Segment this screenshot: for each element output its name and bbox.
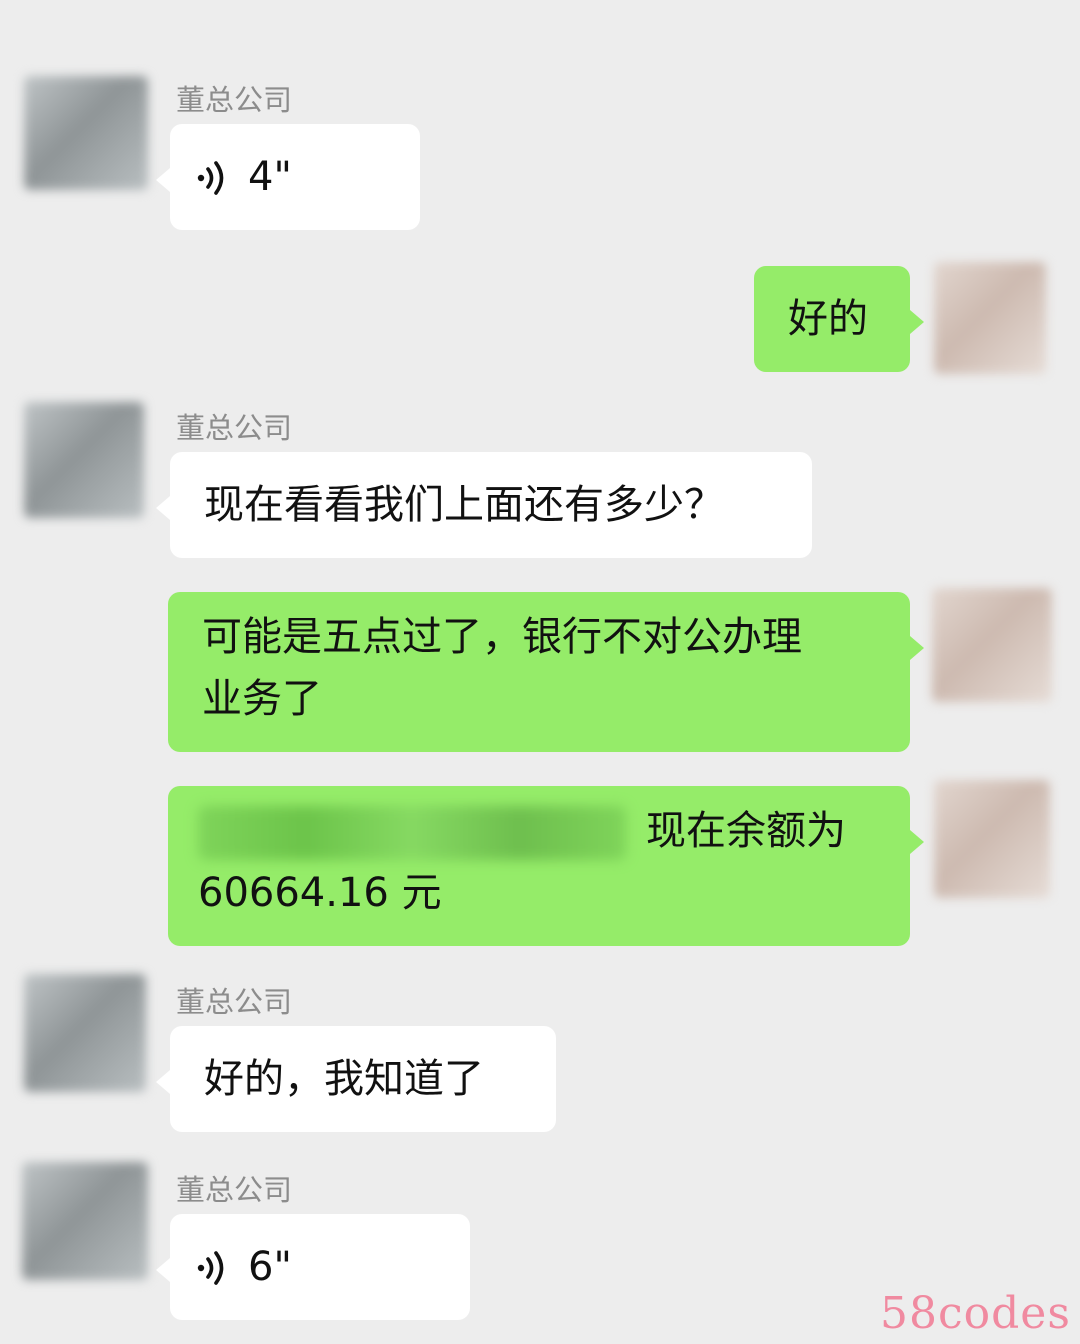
text-message-bubble[interactable]: 现在余额为 60664.16 元 (168, 786, 924, 946)
message-text: 好的 (788, 296, 868, 342)
avatar[interactable] (24, 402, 144, 518)
avatar[interactable] (934, 780, 1050, 898)
sender-name: 董总公司 (176, 985, 293, 1019)
text-message-bubble[interactable]: 现在看看我们上面还有多少？ (156, 452, 812, 558)
redacted-text (198, 806, 626, 860)
message-text: 现在看看我们上面还有多少？ (204, 482, 724, 528)
message-text: 好的，我知道了 (204, 1056, 484, 1102)
message-text-line: 现在余额为 (198, 800, 910, 862)
avatar[interactable] (24, 76, 148, 190)
voice-duration: 4" (248, 154, 292, 200)
voice-message-bubble[interactable]: 4" (156, 124, 420, 230)
avatar[interactable] (22, 1162, 148, 1280)
sender-name: 董总公司 (176, 411, 293, 445)
avatar[interactable] (934, 262, 1046, 374)
sender-name: 董总公司 (176, 1173, 293, 1207)
voice-wave-icon (197, 161, 224, 195)
watermark: 58codes (880, 1288, 1071, 1339)
voice-duration: 6" (248, 1244, 292, 1290)
voice-wave-icon (197, 1251, 224, 1285)
message-text-line: 60664.16 元 (198, 870, 442, 916)
text-message-bubble[interactable]: 可能是五点过了，银行不对公办理 业务了 (168, 592, 924, 752)
text-message-bubble[interactable]: 好的 (754, 266, 924, 372)
message-text-line: 可能是五点过了，银行不对公办理 (202, 614, 802, 660)
avatar[interactable] (932, 588, 1052, 702)
message-text-line: 业务了 (202, 676, 322, 722)
message-text: 现在余额为 (646, 808, 846, 854)
sender-name: 董总公司 (176, 83, 293, 117)
voice-message-bubble[interactable]: 6" (156, 1214, 470, 1320)
text-message-bubble[interactable]: 好的，我知道了 (156, 1026, 556, 1132)
avatar[interactable] (24, 974, 146, 1092)
